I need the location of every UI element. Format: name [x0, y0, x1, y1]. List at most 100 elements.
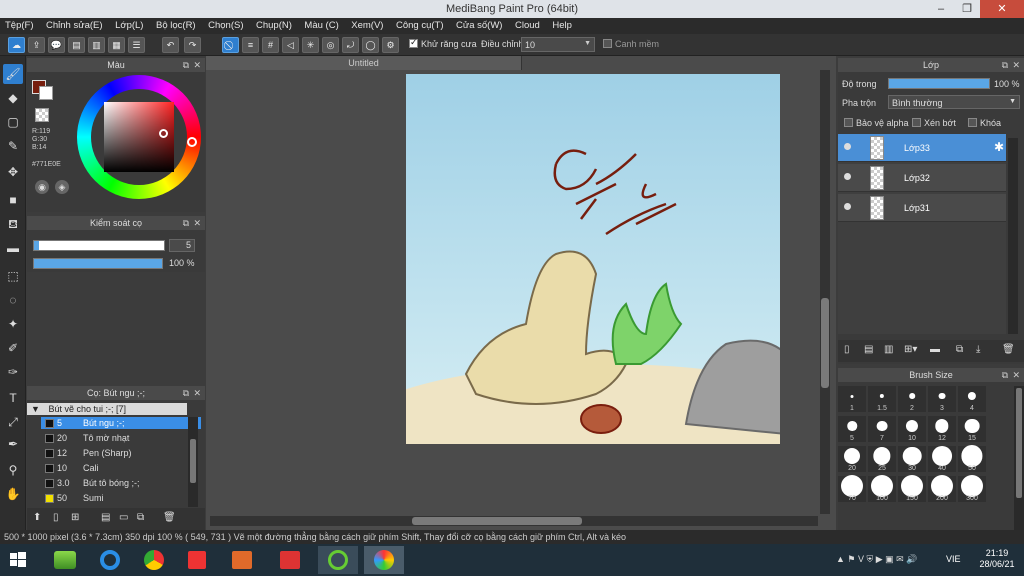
- undock-icon[interactable]: ⧉: [1002, 58, 1008, 72]
- brush-size-cell[interactable]: 100: [868, 475, 896, 502]
- hscroll-thumb[interactable]: [412, 517, 582, 525]
- palette-icon[interactable]: ◉: [35, 180, 49, 194]
- new-brush-icon[interactable]: ▯: [53, 512, 59, 523]
- snap-checkbox[interactable]: [603, 39, 612, 48]
- clipping-checkbox[interactable]: [912, 118, 921, 127]
- layer-row[interactable]: Lớp32: [838, 164, 1006, 192]
- transparent-swatch[interactable]: [35, 108, 49, 122]
- dot-tool-icon[interactable]: ✎: [3, 136, 23, 156]
- menu-filter[interactable]: Bộ lọc(R): [151, 18, 201, 34]
- lock-checkbox[interactable]: [968, 118, 977, 127]
- layer-list-scrollbar[interactable]: [1008, 138, 1018, 334]
- magic-wand-icon[interactable]: ✦: [3, 314, 23, 334]
- radial-snap-icon[interactable]: ✳: [302, 37, 319, 53]
- page-icon[interactable]: ▥: [88, 37, 105, 53]
- brush-properties-icon[interactable]: ▤: [101, 512, 110, 523]
- merge-down-icon[interactable]: ⤓: [976, 344, 980, 355]
- add-brush-icon[interactable]: ⊞: [71, 512, 79, 523]
- menu-color[interactable]: Màu (C): [299, 18, 343, 34]
- duplicate-icon[interactable]: ⧉: [137, 512, 144, 523]
- brush-size-cell[interactable]: 25: [868, 446, 896, 472]
- vscroll-thumb[interactable]: [821, 298, 829, 388]
- brush-size-cell[interactable]: 15: [958, 416, 986, 442]
- brush-settings-icon[interactable]: ⬆: [33, 512, 41, 523]
- brush-opacity-slider[interactable]: [33, 258, 163, 269]
- brush-item[interactable]: 5Bút ngu ;-;✱: [41, 417, 201, 429]
- folder-icon[interactable]: ▭: [119, 512, 128, 523]
- comment-icon[interactable]: 💬: [48, 37, 65, 53]
- app-pinned-icon[interactable]: [178, 546, 218, 574]
- brush-size-cell[interactable]: 12: [928, 416, 956, 442]
- app-grid-icon[interactable]: [270, 546, 310, 574]
- list-icon[interactable]: ☰: [128, 37, 145, 53]
- hue-picker-handle[interactable]: [187, 137, 197, 147]
- brush-group-header[interactable]: ▼ Bút vẽ cho tui ;-; [7]: [27, 403, 187, 415]
- snap-settings-icon[interactable]: ⚙: [382, 37, 399, 53]
- parallel-snap-icon[interactable]: ≡: [242, 37, 259, 53]
- chrome-icon[interactable]: [134, 546, 174, 574]
- panel-close-icon[interactable]: ✕: [193, 386, 201, 400]
- brush-size-cell[interactable]: 1.5: [868, 386, 896, 412]
- ellipse-snap-icon[interactable]: ◯: [362, 37, 379, 53]
- folder-icon[interactable]: ▬: [930, 344, 940, 355]
- brush-size-cell[interactable]: 70: [838, 475, 866, 502]
- menu-tools[interactable]: Công cụ(T): [391, 18, 449, 34]
- menu-view[interactable]: Xem(V): [346, 18, 388, 34]
- drawing-canvas[interactable]: [406, 74, 780, 444]
- app-medibang-icon[interactable]: [318, 546, 358, 574]
- select-eraser-icon[interactable]: ✑: [3, 362, 23, 382]
- layer-opacity-slider[interactable]: [888, 78, 990, 89]
- eyedropper-icon[interactable]: ⚲: [3, 460, 23, 480]
- ie-icon[interactable]: [90, 546, 130, 574]
- menu-help[interactable]: Help: [547, 18, 577, 34]
- menu-cloud[interactable]: Cloud: [510, 18, 545, 34]
- restore-button[interactable]: ❐: [954, 0, 980, 18]
- brush-size-cell[interactable]: 300: [958, 475, 986, 502]
- menu-select[interactable]: Chọn(S): [203, 18, 248, 34]
- visibility-icon[interactable]: [844, 143, 851, 150]
- brush-size-scrollbar[interactable]: [1014, 386, 1024, 530]
- brush-item[interactable]: 20 Tô mờ nhạt: [41, 432, 201, 444]
- visibility-icon[interactable]: [844, 203, 851, 210]
- share-icon[interactable]: ⇪: [28, 37, 45, 53]
- input-language[interactable]: VIE: [946, 554, 961, 564]
- brush-size-cell[interactable]: 150: [898, 475, 926, 502]
- new-halftone-layer-icon[interactable]: ▤: [864, 344, 873, 355]
- move-tool-icon[interactable]: ✥: [3, 162, 23, 182]
- brush-size-cell[interactable]: 20: [838, 446, 866, 472]
- fill-rect-tool-icon[interactable]: ■: [3, 190, 23, 210]
- grid-snap-icon[interactable]: #: [262, 37, 279, 53]
- app-office-icon[interactable]: [222, 546, 262, 574]
- brush-size-cell[interactable]: 7: [868, 416, 896, 442]
- background-color-swatch[interactable]: [39, 86, 53, 100]
- divide-tool-icon[interactable]: ✒: [3, 434, 23, 454]
- redo-icon[interactable]: ↷: [184, 37, 201, 53]
- scrollbar-thumb[interactable]: [1016, 388, 1022, 498]
- brush-item[interactable]: 12 Pen (Sharp): [41, 447, 201, 459]
- gear-icon[interactable]: ✱: [994, 140, 1004, 154]
- brush-size-cell[interactable]: 50: [958, 445, 986, 472]
- undock-icon[interactable]: ⧉: [183, 216, 189, 230]
- menu-layer[interactable]: Lớp(L): [110, 18, 148, 34]
- new-8bit-layer-icon[interactable]: ▥: [884, 344, 893, 355]
- antialias-checkbox[interactable]: [409, 37, 418, 48]
- undock-icon[interactable]: ⧉: [183, 386, 189, 400]
- document-tab[interactable]: Untitled: [206, 56, 522, 70]
- chat-icon[interactable]: ▤: [68, 37, 85, 53]
- panel-close-icon[interactable]: ✕: [1012, 368, 1020, 382]
- brush-size-cell[interactable]: 10: [898, 416, 926, 442]
- brush-item[interactable]: 3.0 Bút tô bóng ;-;: [41, 477, 201, 489]
- trash-icon[interactable]: 🗑: [163, 512, 176, 523]
- brush-size-cell[interactable]: 40: [928, 446, 956, 472]
- start-button[interactable]: [4, 546, 44, 574]
- scrollbar-thumb[interactable]: [190, 439, 196, 483]
- cloud-icon[interactable]: ☁: [8, 37, 25, 53]
- brush-size-cell[interactable]: 1: [838, 386, 866, 412]
- tray-icons[interactable]: ▲ ⚑ V ⛨ ▶ ▣ ✉ 🔊: [836, 554, 936, 568]
- brush-size-cell[interactable]: 5: [838, 416, 866, 442]
- undock-icon[interactable]: ⧉: [183, 58, 189, 72]
- brush-size-cell[interactable]: 3: [928, 386, 956, 412]
- menu-snap[interactable]: Chụp(N): [251, 18, 297, 34]
- layer-row[interactable]: Lớp33 ✱: [838, 134, 1006, 162]
- correction-select[interactable]: 10 ▼: [521, 37, 595, 52]
